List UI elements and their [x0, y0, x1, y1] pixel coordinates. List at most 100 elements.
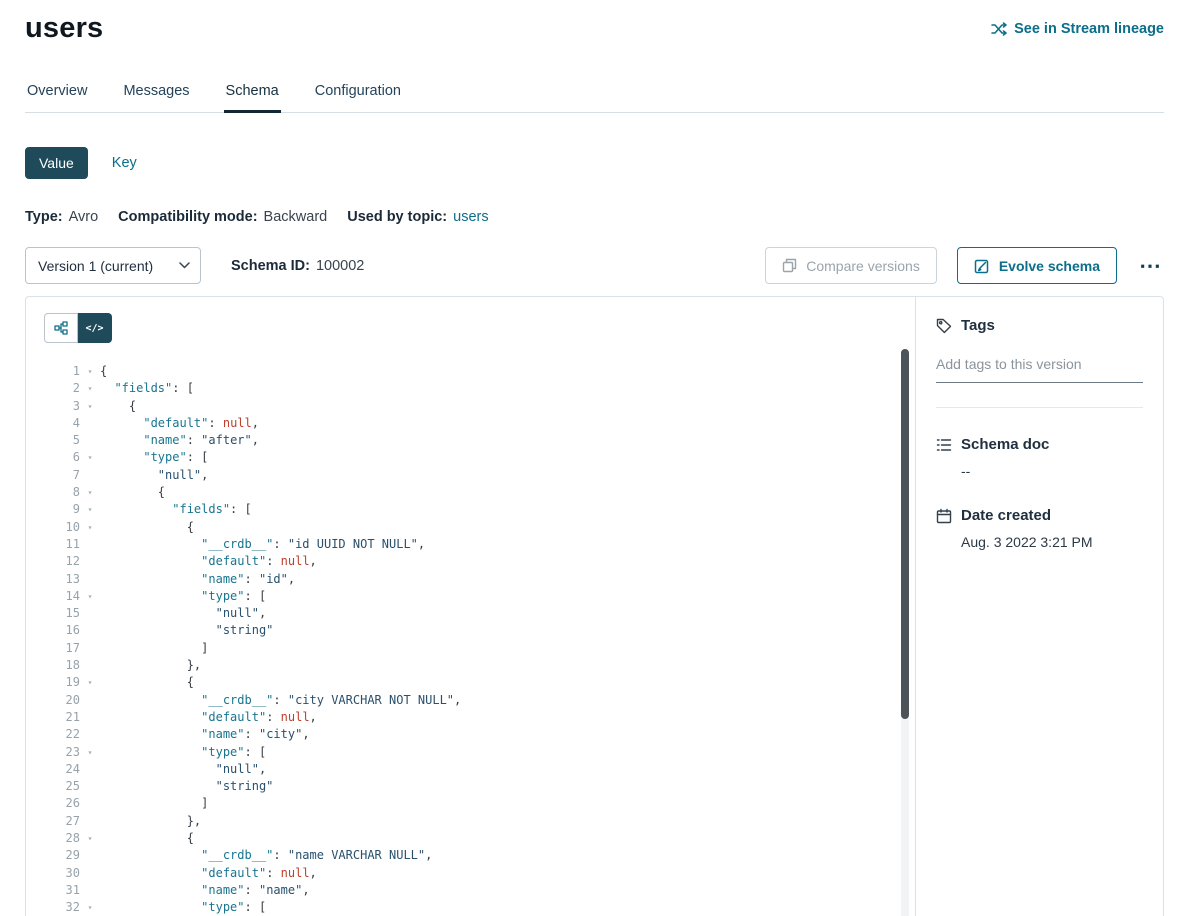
- code-text: {: [100, 363, 107, 380]
- line-number: 23: [44, 744, 80, 761]
- fold-spacer: [80, 692, 100, 709]
- stream-lineage-icon: [991, 21, 1007, 37]
- fold-toggle-icon[interactable]: ▾: [80, 588, 100, 605]
- meta-type: Type: Avro: [25, 209, 98, 225]
- line-number: 11: [44, 536, 80, 553]
- version-select[interactable]: Version 1 (current): [25, 247, 201, 284]
- code-line: 5 "name": "after",: [44, 432, 889, 449]
- code-text: "string": [100, 778, 273, 795]
- editor-scrollbar[interactable]: [901, 349, 909, 916]
- code-text: {: [100, 519, 194, 536]
- code-line: 25 "string": [44, 778, 889, 795]
- tab-configuration[interactable]: Configuration: [313, 75, 403, 112]
- fold-spacer: [80, 467, 100, 484]
- add-tags-input[interactable]: [936, 348, 1143, 383]
- tab-messages[interactable]: Messages: [121, 75, 191, 112]
- tab-overview[interactable]: Overview: [25, 75, 89, 112]
- code-line: 11 "__crdb__": "id UUID NOT NULL",: [44, 536, 889, 553]
- fold-toggle-icon[interactable]: ▾: [80, 744, 100, 761]
- line-number: 26: [44, 795, 80, 812]
- schema-doc-title: Schema doc: [961, 436, 1049, 453]
- key-toggle-button[interactable]: Key: [112, 155, 137, 171]
- code-line: 14▾ "type": [: [44, 588, 889, 605]
- line-number: 16: [44, 622, 80, 639]
- fold-toggle-icon[interactable]: ▾: [80, 501, 100, 518]
- fold-spacer: [80, 726, 100, 743]
- fold-toggle-icon[interactable]: ▾: [80, 398, 100, 415]
- line-number: 28: [44, 830, 80, 847]
- code-text: "__crdb__": "id UUID NOT NULL",: [100, 536, 425, 553]
- schema-panel: </> 1▾{2▾ "fields": [3▾ {4 "default": nu…: [25, 296, 1164, 916]
- code-text: "default": null,: [100, 553, 317, 570]
- fold-toggle-icon[interactable]: ▾: [80, 449, 100, 466]
- code-text: "type": [: [100, 899, 266, 916]
- fold-toggle-icon[interactable]: ▾: [80, 484, 100, 501]
- code-text: "type": [: [100, 449, 208, 466]
- line-number: 15: [44, 605, 80, 622]
- editor-view-toggle: </>: [44, 313, 112, 343]
- compare-versions-icon: [782, 258, 797, 273]
- tab-schema[interactable]: Schema: [224, 75, 281, 112]
- tree-view-button[interactable]: [44, 313, 78, 343]
- fold-spacer: [80, 865, 100, 882]
- evolve-schema-label: Evolve schema: [999, 258, 1100, 274]
- code-text: {: [100, 674, 194, 691]
- date-created-value: Aug. 3 2022 3:21 PM: [961, 534, 1143, 550]
- fold-spacer: [80, 553, 100, 570]
- code-text: "string": [100, 622, 273, 639]
- code-line: 3▾ {: [44, 398, 889, 415]
- code-line: 17 ]: [44, 640, 889, 657]
- fold-spacer: [80, 795, 100, 812]
- version-bar: Version 1 (current) Schema ID: 100002 Co…: [25, 247, 1164, 284]
- type-value: Avro: [69, 209, 99, 225]
- schema-doc-header: Schema doc: [936, 436, 1143, 453]
- code-line: 24 "null",: [44, 761, 889, 778]
- calendar-icon: [936, 508, 952, 524]
- code-line: 20 "__crdb__": "city VARCHAR NOT NULL",: [44, 692, 889, 709]
- tags-title: Tags: [961, 317, 995, 334]
- line-number: 29: [44, 847, 80, 864]
- code-line: 13 "name": "id",: [44, 571, 889, 588]
- fold-toggle-icon[interactable]: ▾: [80, 899, 100, 916]
- fold-toggle-icon[interactable]: ▾: [80, 674, 100, 691]
- topic-link[interactable]: users: [453, 209, 488, 225]
- code-text: {: [100, 484, 165, 501]
- compare-versions-button[interactable]: Compare versions: [765, 247, 937, 284]
- stream-lineage-link[interactable]: See in Stream lineage: [991, 21, 1164, 37]
- line-number: 10: [44, 519, 80, 536]
- tag-icon: [936, 318, 952, 334]
- code-line: 9▾ "fields": [: [44, 501, 889, 518]
- tree-view-icon: [54, 321, 68, 335]
- fold-toggle-icon[interactable]: ▾: [80, 363, 100, 380]
- evolve-schema-button[interactable]: Evolve schema: [957, 247, 1117, 284]
- version-bar-actions: Compare versions Evolve schema ⋯: [765, 247, 1164, 284]
- type-label: Type:: [25, 209, 63, 225]
- code-line: 22 "name": "city",: [44, 726, 889, 743]
- fold-toggle-icon[interactable]: ▾: [80, 380, 100, 397]
- fold-toggle-icon[interactable]: ▾: [80, 830, 100, 847]
- line-number: 20: [44, 692, 80, 709]
- line-number: 5: [44, 432, 80, 449]
- fold-spacer: [80, 778, 100, 795]
- code-text: "null",: [100, 605, 266, 622]
- scrollbar-thumb[interactable]: [901, 349, 909, 719]
- schema-doc-value: --: [961, 463, 1143, 479]
- more-options-button[interactable]: ⋯: [1137, 255, 1164, 277]
- code-text: "name": "id",: [100, 571, 295, 588]
- fold-spacer: [80, 605, 100, 622]
- code-line: 30 "default": null,: [44, 865, 889, 882]
- fold-toggle-icon[interactable]: ▾: [80, 519, 100, 536]
- code-text: "name": "city",: [100, 726, 310, 743]
- fold-spacer: [80, 882, 100, 899]
- tab-bar: Overview Messages Schema Configuration: [25, 75, 1164, 113]
- code-text: "null",: [100, 761, 266, 778]
- schema-id: Schema ID: 100002: [231, 258, 364, 274]
- line-number: 17: [44, 640, 80, 657]
- code-line: 7 "null",: [44, 467, 889, 484]
- page-header: users See in Stream lineage: [25, 0, 1164, 45]
- code-view-button[interactable]: </>: [78, 313, 112, 343]
- code-line: 26 ]: [44, 795, 889, 812]
- code-line: 31 "name": "name",: [44, 882, 889, 899]
- code-text: "name": "after",: [100, 432, 259, 449]
- value-toggle-button[interactable]: Value: [25, 147, 88, 179]
